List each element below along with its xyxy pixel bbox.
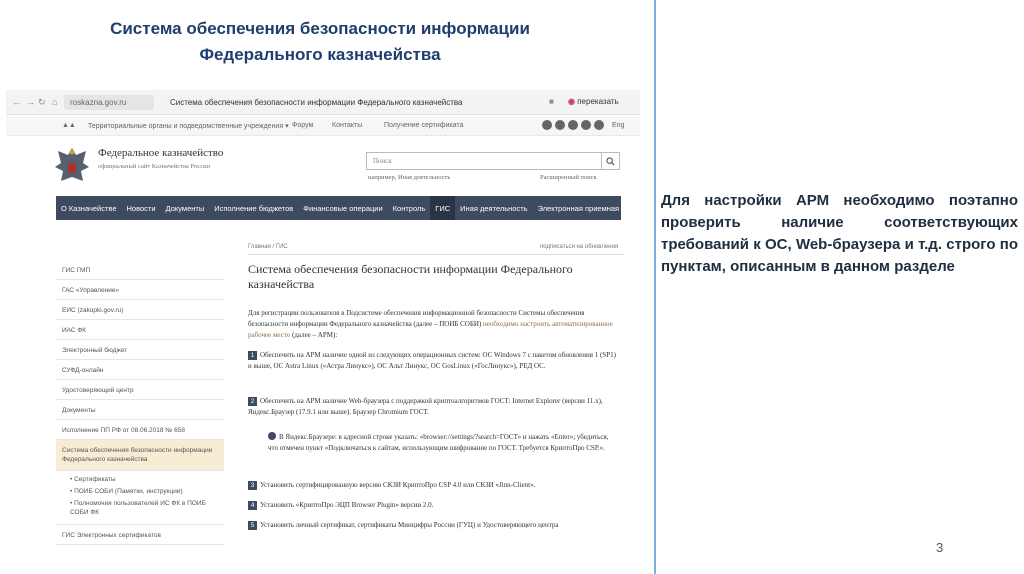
sidebar-item-sufd[interactable]: СУФД-онлайн <box>56 360 224 380</box>
step-text: Обеспечить на АРМ наличие одной из следу… <box>248 351 616 370</box>
sidebar-sub-certificates[interactable]: • Сертификаты <box>70 475 218 484</box>
info-icon <box>268 432 276 440</box>
nav-gis[interactable]: ГИС <box>430 196 456 220</box>
nav-reception[interactable]: Электронная приемная <box>533 196 625 220</box>
sidebar-sub-permissions[interactable]: • Полномочия пользователей ИС ФК в ПОИБ … <box>70 499 218 517</box>
sidebar-sub-poib[interactable]: • ПОИБ СОБИ (Памятки, инструкции) <box>70 487 218 496</box>
step-number: 3 <box>248 481 257 490</box>
social-icons <box>542 120 604 130</box>
intro-paragraph: Для регистрации пользователя в Подсистем… <box>248 308 620 341</box>
step-text: Установить «КриптоПро ЭЦП Browser Plugin… <box>260 501 434 509</box>
bookmark-icon[interactable]: ■ <box>549 97 554 106</box>
step-text: Обеспечить на АРМ наличие Web-браузера с… <box>248 397 603 416</box>
step-1: 1 Обеспечить на АРМ наличие одной из след… <box>248 350 620 371</box>
nav-about[interactable]: О Казначействе <box>56 196 122 220</box>
social-icon-3[interactable] <box>568 120 578 130</box>
reload-icon[interactable]: ↻ <box>38 97 46 108</box>
top-link-forum[interactable]: Форум <box>292 122 313 129</box>
back-icon[interactable]: ← <box>12 97 21 107</box>
main-nav: О Казначействе Новости Документы Исполне… <box>56 196 621 220</box>
step-2: 2 Обеспечить на АРМ наличие Web-браузера … <box>248 396 620 417</box>
translate-label: переказать <box>577 97 619 106</box>
step-3: 3 Установить сертифицированную версию СКЗ… <box>248 480 620 491</box>
vertical-divider <box>654 0 656 574</box>
step-text: Установить личный сертификат, сертификат… <box>260 521 559 529</box>
top-link-regions[interactable]: Территориальные органы и подведомственны… <box>88 122 289 130</box>
top-link-certificate[interactable]: Получение сертификата <box>384 122 463 129</box>
yandex-note: В Яндекс.Браузере: в адресной строке ука… <box>268 432 620 453</box>
sidebar-item-gas[interactable]: ГАС «Управление» <box>56 280 224 300</box>
top-links-bar: ▲▲ Территориальные органы и подведомстве… <box>6 116 640 136</box>
page-number: 3 <box>936 540 944 555</box>
nav-finance[interactable]: Финансовые операции <box>298 196 387 220</box>
org-subtitle: официальный сайт Казначейства России <box>98 163 211 170</box>
sidebar-item-ebudget[interactable]: Электронный бюджет <box>56 340 224 360</box>
step-number: 4 <box>248 501 257 510</box>
search-button[interactable] <box>601 153 619 169</box>
nav-budget[interactable]: Исполнение бюджетов <box>209 196 298 220</box>
sidebar-item-documents[interactable]: Документы <box>56 400 224 420</box>
social-icon-4[interactable] <box>581 120 591 130</box>
home-icon[interactable]: ⌂ <box>52 97 57 107</box>
slide-title: Система обеспечения безопасности информа… <box>40 16 600 68</box>
url-field[interactable]: roskazna.gov.ru <box>64 95 154 110</box>
nav-other[interactable]: Иная деятельность <box>455 196 532 220</box>
content-divider <box>248 254 624 255</box>
forward-icon[interactable]: → <box>26 97 35 107</box>
step-5: 5 Установить личный сертификат, сертифика… <box>248 520 620 531</box>
sidebar-item-gis-gmp[interactable]: ГИС ГМП <box>56 260 224 280</box>
sidebar-submenu: • Сертификаты • ПОИБ СОБИ (Памятки, инст… <box>56 471 224 525</box>
org-name[interactable]: Федеральное казначейство <box>98 147 223 159</box>
sidebar-item-eis[interactable]: ЕИС (zakupki.gov.ru) <box>56 300 224 320</box>
step-number: 5 <box>248 521 257 530</box>
slide-title-line1: Система обеспечения безопасности информа… <box>110 19 530 38</box>
accessibility-icon[interactable] <box>594 120 604 130</box>
slide-title-line2: Федерального казначейства <box>199 45 441 64</box>
breadcrumb[interactable]: Главная / ГИС <box>248 244 288 250</box>
top-link-contacts[interactable]: Контакты <box>332 122 362 129</box>
search-hint: например, Иная деятельность <box>368 174 451 181</box>
nav-documents[interactable]: Документы <box>161 196 210 220</box>
sidebar-item-gis-es[interactable]: ГИС Электронных сертификатов <box>56 525 224 545</box>
sidebar-item-uc[interactable]: Удостоверяющий центр <box>56 380 224 400</box>
sidebar-item-sobi[interactable]: Система обеспечения безопасности информа… <box>56 440 224 471</box>
search-icon <box>606 156 615 166</box>
step-number: 2 <box>248 397 257 406</box>
instruction-text: Для настройки АРМ необходимо поэтапно пр… <box>661 192 1018 275</box>
social-icon-2[interactable] <box>555 120 565 130</box>
browser-bar: ← → ↻ ⌂ roskazna.gov.ru Система обеспече… <box>6 90 640 115</box>
sidebar-item-pp658[interactable]: Исполнение ПП РФ от 08.06.2018 № 658 <box>56 420 224 440</box>
translate-icon: ◉ <box>568 97 575 106</box>
website-screenshot: ← → ↻ ⌂ roskazna.gov.ru Система обеспече… <box>6 90 640 574</box>
lang-switch[interactable]: Eng <box>612 122 624 129</box>
intro-text-b: (далее – АРМ): <box>290 331 338 339</box>
note-text: В Яндекс.Браузере: в адресной строке ука… <box>268 433 609 452</box>
site-header: Федеральное казначейство официальный сай… <box>6 137 640 195</box>
step-4: 4 Установить «КриптоПро ЭЦП Browser Plugi… <box>248 500 620 511</box>
step-number: 1 <box>248 351 257 360</box>
search-placeholder: Поиск <box>373 157 392 165</box>
translate-button[interactable]: ◉ переказать <box>568 97 619 106</box>
url-text: roskazna.gov.ru <box>70 98 127 107</box>
sidebar: ГИС ГМП ГАС «Управление» ЕИС (zakupki.go… <box>56 260 224 545</box>
advanced-search-link[interactable]: Расширенный поиск <box>540 174 597 181</box>
social-icon-1[interactable] <box>542 120 552 130</box>
search-field[interactable]: Поиск <box>366 152 620 170</box>
nav-control[interactable]: Контроль <box>388 196 431 220</box>
nav-news[interactable]: Новости <box>122 196 161 220</box>
subscribe-link[interactable]: подписаться на обновления <box>540 244 618 250</box>
top-link-regions-icon: ▲▲ <box>62 122 76 129</box>
step-text: Установить сертифицированную версию СКЗИ… <box>260 481 536 489</box>
sidebar-item-ias[interactable]: ИАС ФК <box>56 320 224 340</box>
content-title: Система обеспечения безопасности информа… <box>248 262 573 291</box>
tab-title: Система обеспечения безопасности информа… <box>170 98 463 107</box>
eagle-emblem-icon <box>55 148 89 181</box>
